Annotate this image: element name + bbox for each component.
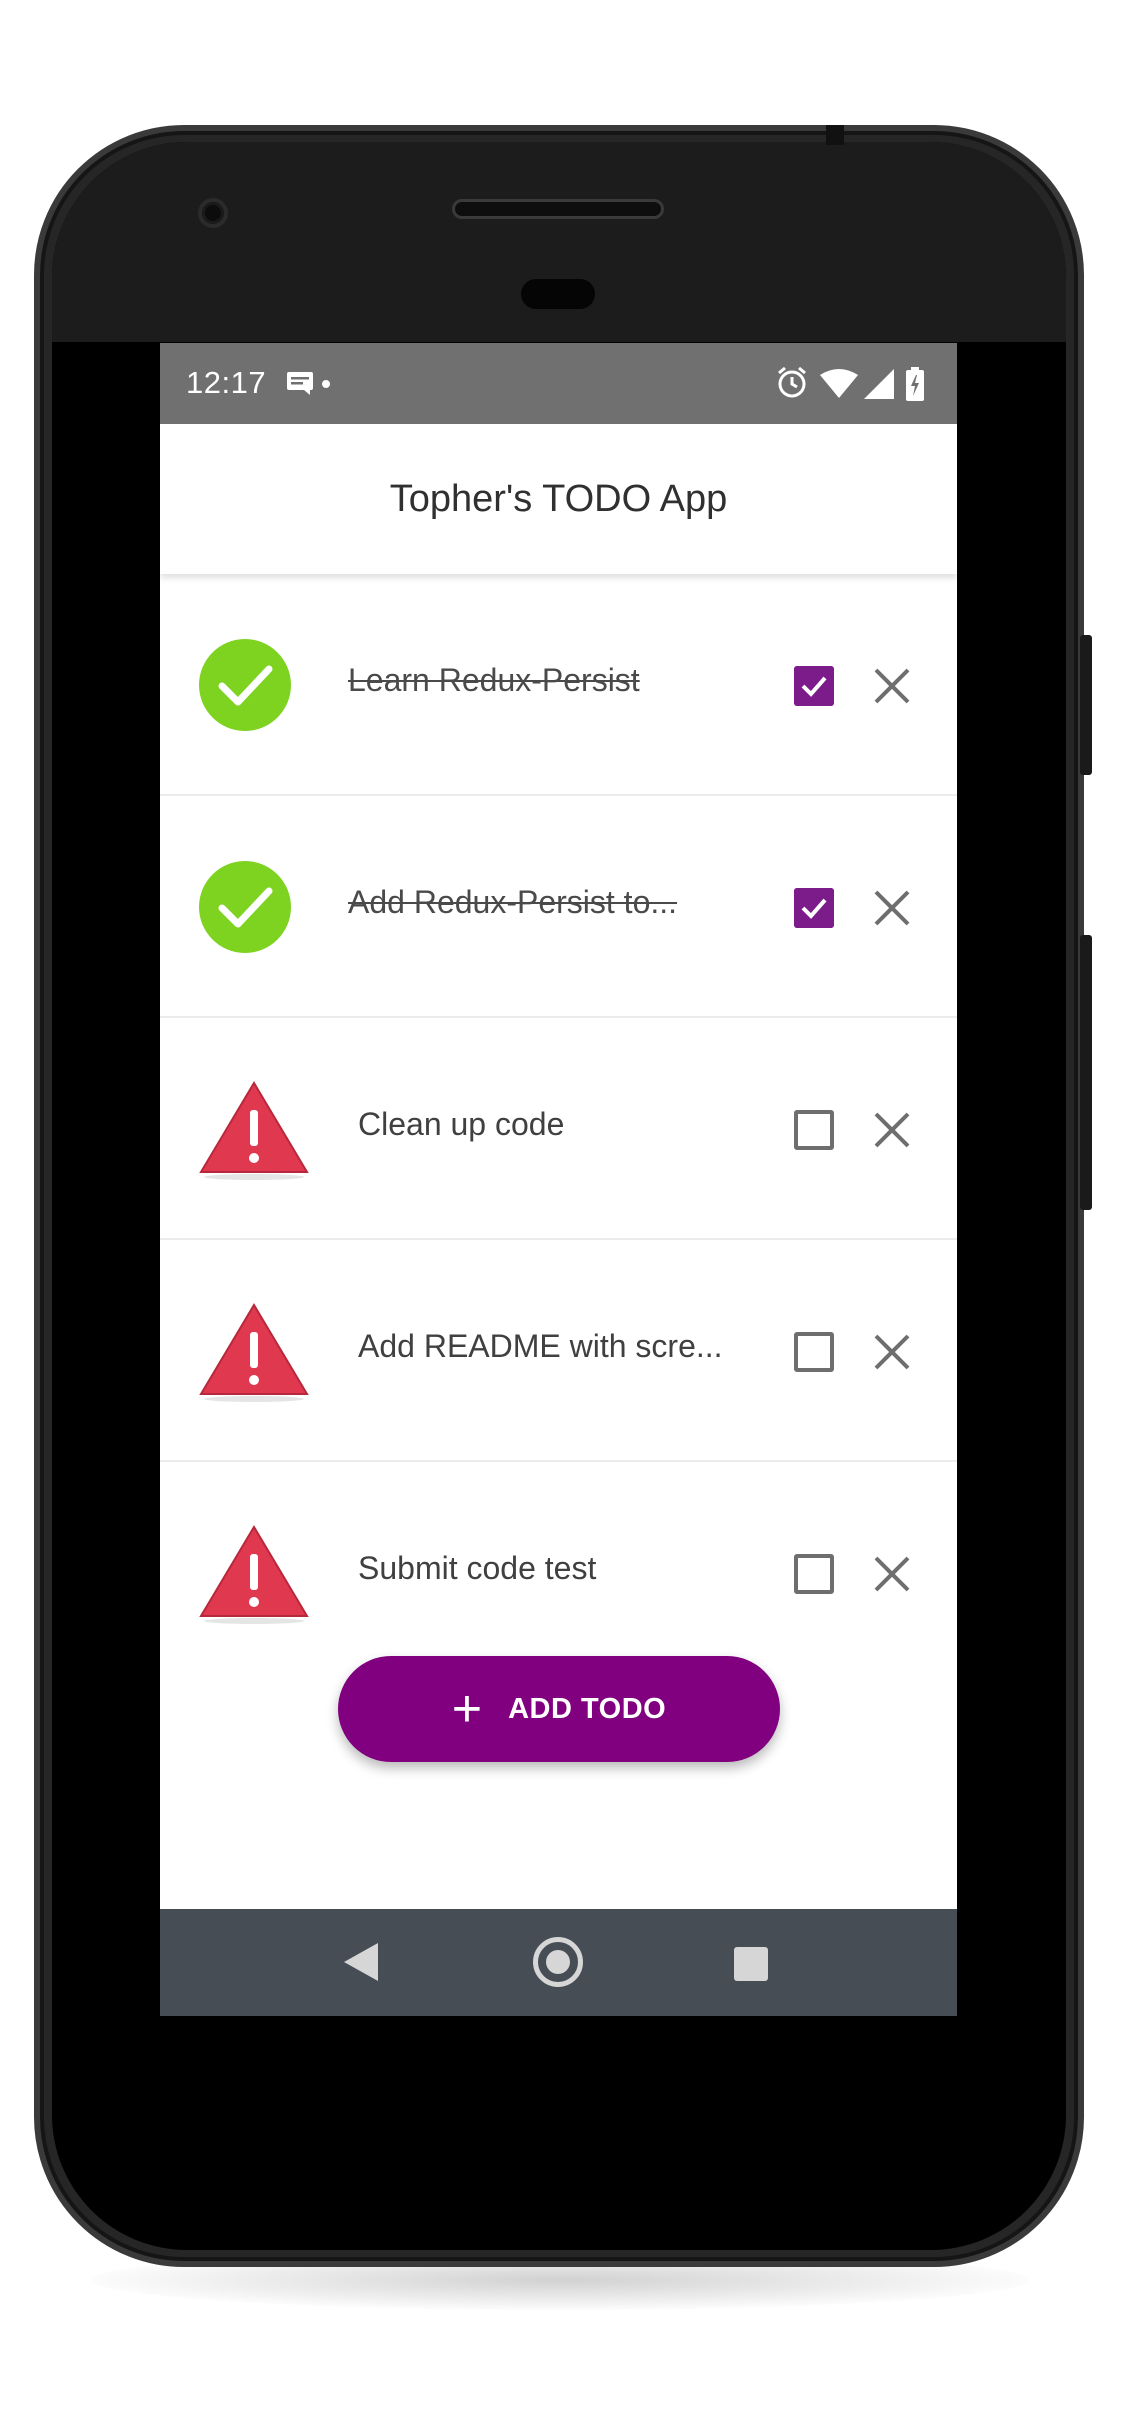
delete-todo-button[interactable] — [872, 1332, 912, 1372]
warning-triangle-icon — [199, 1081, 309, 1180]
plus-icon: + — [451, 1680, 483, 1738]
todo-checkbox-checked[interactable] — [794, 888, 834, 928]
delete-todo-button[interactable] — [872, 1110, 912, 1150]
delete-todo-button[interactable] — [872, 888, 912, 928]
add-todo-label: ADD TODO — [508, 1692, 667, 1725]
volume-button — [1080, 935, 1092, 1210]
recents-icon[interactable] — [734, 1947, 768, 1981]
earpiece-speaker — [452, 199, 664, 219]
todo-row[interactable]: Learn Redux-Persist — [160, 574, 957, 796]
warning-triangle-icon — [199, 1303, 309, 1402]
system-nav-bar — [160, 1909, 957, 2016]
home-icon-inner — [546, 1950, 570, 1974]
cellular-signal-icon — [864, 369, 894, 399]
todo-checkbox-checked[interactable] — [794, 666, 834, 706]
app-header: Topher's TODO App — [160, 424, 957, 574]
todo-checkbox-unchecked[interactable] — [794, 1110, 834, 1150]
wifi-icon — [820, 369, 858, 398]
device-canvas: 12:17 Topher's TODO App Learn Redux-Pers… — [0, 0, 1125, 2436]
status-time: 12:17 — [186, 365, 267, 400]
check-circle-icon — [199, 639, 291, 731]
proximity-sensor — [521, 279, 595, 309]
warning-triangle-icon — [199, 1525, 309, 1624]
home-icon[interactable] — [533, 1937, 583, 1987]
back-icon[interactable] — [344, 1943, 378, 1981]
todo-text: Submit code test — [358, 1550, 597, 1586]
add-todo-button[interactable]: + ADD TODO — [338, 1656, 780, 1762]
antenna-line — [826, 125, 844, 145]
todo-row[interactable]: Add README with scre... — [160, 1240, 957, 1462]
check-circle-icon — [199, 861, 291, 953]
todo-text: Clean up code — [358, 1106, 565, 1142]
delete-todo-button[interactable] — [872, 1554, 912, 1594]
todo-row[interactable]: Clean up code — [160, 1018, 957, 1240]
status-bar: 12:17 — [160, 343, 957, 424]
todo-text: Add Redux-Persist to... — [348, 884, 678, 920]
todo-checkbox-unchecked[interactable] — [794, 1332, 834, 1372]
todo-checkbox-unchecked[interactable] — [794, 1554, 834, 1594]
page-title: Topher's TODO App — [389, 478, 728, 520]
alarm-icon — [778, 366, 806, 398]
todo-text: Learn Redux-Persist — [348, 662, 640, 698]
power-button — [1080, 635, 1092, 775]
todo-list: Learn Redux-Persist Add Redux-Persist to… — [160, 574, 957, 1684]
message-notification-icon — [287, 372, 313, 395]
device-screen: 12:17 Topher's TODO App Learn Redux-Pers… — [160, 343, 957, 2016]
phone-top-bezel — [52, 142, 1066, 342]
todo-row[interactable]: Submit code test — [160, 1462, 957, 1684]
front-camera — [198, 198, 228, 228]
todo-text: Add README with scre... — [358, 1328, 723, 1364]
todo-row[interactable]: Add Redux-Persist to... — [160, 796, 957, 1018]
battery-charging-icon — [906, 367, 924, 401]
delete-todo-button[interactable] — [872, 666, 912, 706]
notification-dot — [322, 380, 330, 388]
